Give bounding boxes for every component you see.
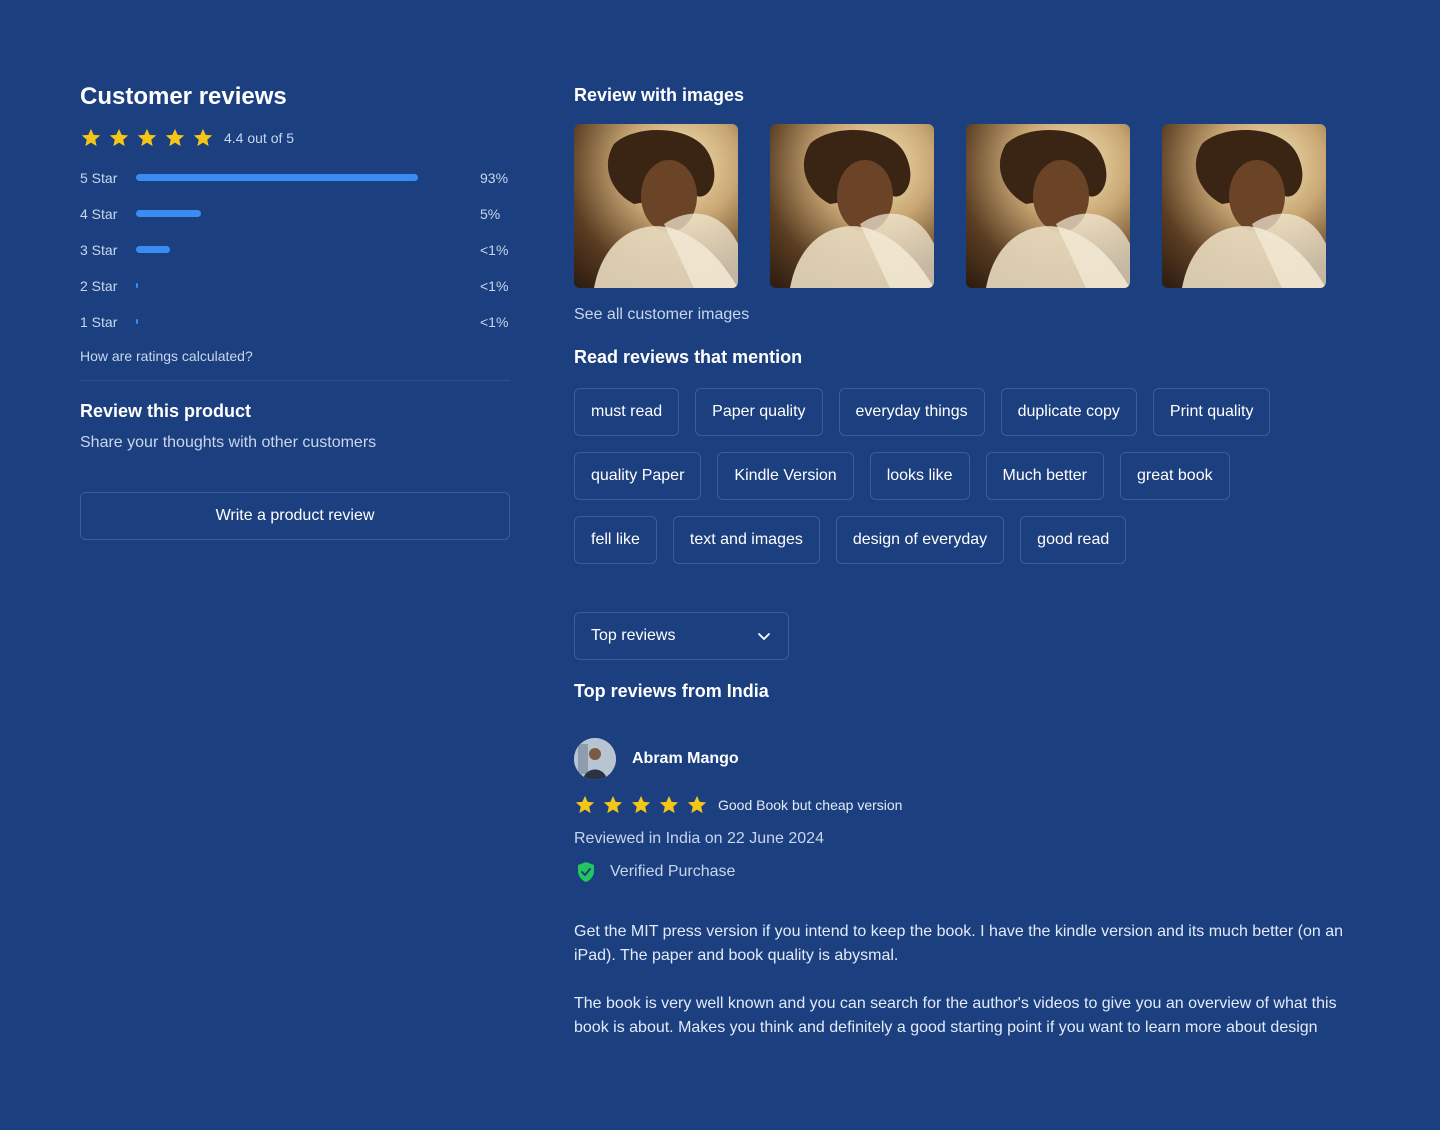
histogram-percent: <1% (480, 314, 509, 330)
rating-histogram: 5 Star 93% 4 Star 5% 3 Star <1% 2 Star <1% 1 Sta… (80, 160, 510, 340)
mention-chip[interactable]: great book (1119, 452, 1230, 500)
reviewer-name[interactable]: Abram Mango (632, 750, 739, 768)
avatar[interactable] (574, 738, 616, 780)
reviews-page: Customer reviews 4.4 out of 5 5 Star 93% 4… (0, 0, 1440, 1130)
review-image[interactable] (1162, 124, 1326, 288)
mention-chips: must read Paper quality everyday things dup… (574, 388, 1364, 564)
star-icon (165, 128, 185, 147)
review-image[interactable] (770, 124, 934, 288)
portrait-image (790, 130, 934, 288)
customer-reviews-title: Customer reviews (80, 83, 287, 110)
review-paragraph: The book is very well known and you can … (574, 995, 1337, 1036)
histogram-bar-fill (136, 283, 138, 288)
review-paragraph: Get the MIT press version if you intend … (574, 923, 1344, 964)
review-product-title: Review this product (80, 401, 252, 421)
verified-shield-icon (578, 862, 594, 882)
histogram-bar-track (136, 282, 480, 290)
chip-row: quality Paper Kindle Version looks like Muc… (574, 452, 1364, 500)
histogram-percent: <1% (480, 278, 509, 294)
top-reviews-title: Top reviews from India (574, 681, 769, 701)
mention-chip[interactable]: Much better (985, 452, 1104, 500)
star-icon (687, 795, 707, 814)
mention-chip[interactable]: design of everyday (835, 516, 1005, 564)
mention-chip[interactable]: Paper quality (695, 388, 823, 436)
review-product-subtitle: Share your thoughts with other customers (80, 434, 377, 451)
ratings-summary: Customer reviews 4.4 out of 5 5 Star 93% 4… (80, 80, 510, 540)
histogram-percent: <1% (480, 242, 509, 258)
chip-row: fell like text and images design of everyd… (574, 516, 1364, 564)
histogram-row[interactable]: 2 Star <1% (80, 268, 510, 304)
mentions-title: Read reviews that mention (574, 347, 803, 367)
verified-badge: Verified Purchase (574, 860, 1364, 884)
star-icon (109, 128, 129, 147)
mention-chip[interactable]: looks like (869, 452, 970, 500)
average-stars (80, 127, 214, 149)
rating-text: 4.4 out of 5 (224, 130, 295, 146)
review-images (574, 124, 1364, 288)
review-image[interactable] (966, 124, 1130, 288)
star-icon (603, 795, 623, 814)
histogram-row[interactable]: 3 Star <1% (80, 232, 510, 268)
mention-chip[interactable]: text and images (672, 516, 820, 564)
portrait-image (1182, 130, 1326, 288)
histogram-bar-track (136, 210, 480, 218)
histogram-bar-fill (136, 246, 170, 253)
review-card: Abram Mango Good Book but cheap version … (574, 738, 1364, 1040)
histogram-percent: 93% (480, 170, 509, 186)
histogram-bar-fill (136, 210, 201, 217)
mention-chip[interactable]: good read (1020, 516, 1127, 564)
mention-chip[interactable]: must read (574, 388, 680, 436)
histogram-row[interactable]: 5 Star 93% (80, 160, 510, 196)
histogram-label: 3 Star (80, 242, 118, 258)
reviews-main: Review with images See all customer imag… (574, 82, 1364, 1040)
review-rating: Good Book but cheap version (574, 794, 1364, 816)
histogram-label: 1 Star (80, 314, 118, 330)
sort-selected: Top reviews (591, 627, 676, 644)
histogram-bar-fill (136, 319, 138, 324)
portrait-image (986, 130, 1130, 288)
review-stars (574, 794, 708, 816)
star-icon (137, 128, 157, 147)
mention-chip[interactable]: everyday things (838, 388, 985, 436)
histogram-label: 2 Star (80, 278, 118, 294)
review-image[interactable] (574, 124, 738, 288)
avatar-image (574, 738, 616, 780)
histogram-bar-track (136, 246, 480, 254)
portrait-image (594, 130, 738, 288)
chip-row: must read Paper quality everyday things dup… (574, 388, 1364, 436)
star-icon (81, 128, 101, 147)
chevron-down-icon (758, 633, 770, 640)
histogram-label: 4 Star (80, 206, 118, 222)
reviewer: Abram Mango (574, 738, 1364, 780)
histogram-bar-fill (136, 174, 418, 181)
mention-chip[interactable]: Kindle Version (717, 452, 854, 500)
review-headline: Good Book but cheap version (718, 797, 903, 813)
histogram-row[interactable]: 4 Star 5% (80, 196, 510, 232)
verified-label: Verified Purchase (610, 863, 736, 880)
mention-chip[interactable]: quality Paper (574, 452, 702, 500)
mention-chip[interactable]: Print quality (1152, 388, 1271, 436)
divider (80, 380, 510, 381)
mention-chip[interactable]: duplicate copy (1000, 388, 1137, 436)
ratings-calculation-link[interactable]: How are ratings calculated? (80, 348, 510, 364)
histogram-row[interactable]: 1 Star <1% (80, 304, 510, 340)
star-icon (631, 795, 651, 814)
see-all-images-link[interactable]: See all customer images (574, 306, 1364, 324)
write-review-button[interactable]: Write a product review (80, 492, 510, 540)
star-icon (659, 795, 679, 814)
histogram-bar-track (136, 174, 480, 182)
star-icon (575, 795, 595, 814)
histogram-label: 5 Star (80, 170, 118, 186)
star-icon (193, 128, 213, 147)
mention-chip[interactable]: fell like (574, 516, 657, 564)
sort-dropdown[interactable]: Top reviews (574, 612, 789, 660)
average-rating: 4.4 out of 5 (80, 126, 510, 150)
histogram-percent: 5% (480, 206, 501, 222)
review-images-title: Review with images (574, 85, 745, 105)
review-date: Reviewed in India on 22 June 2024 (574, 830, 824, 847)
histogram-bar-track (136, 318, 480, 326)
